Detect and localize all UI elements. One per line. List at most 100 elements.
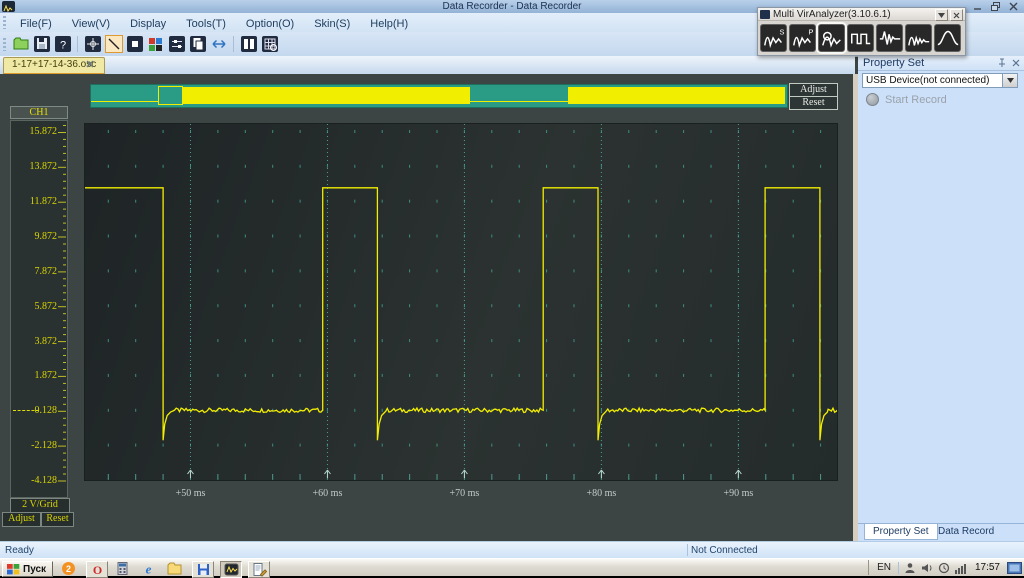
overview-window-segment[interactable]: [157, 86, 183, 105]
tab-close-icon[interactable]: [86, 60, 95, 69]
voltage-scale-label: -4.128: [31, 475, 57, 486]
sliders-icon[interactable]: [167, 35, 186, 54]
quicklaunch-calculator[interactable]: [114, 561, 130, 576]
analyzer-title: Multi VirAnalyzer(3.10.6.1): [773, 8, 891, 20]
document-tab-strip: 1-17+17-14-36.osc: [0, 56, 855, 76]
columns-view-icon[interactable]: [239, 35, 258, 54]
scale-adjust-button[interactable]: Adjust: [2, 512, 41, 527]
svg-text:O: O: [92, 563, 101, 577]
tab-data-record[interactable]: Data Record: [930, 524, 1002, 540]
panel-close-icon[interactable]: [1012, 58, 1020, 67]
restore-icon[interactable]: [991, 2, 1000, 11]
analyzer-wave-marker-button[interactable]: [818, 23, 845, 52]
analyzer-icon: [760, 9, 770, 19]
analyzer-smooth-bell-button[interactable]: [934, 23, 961, 52]
analyzer-wave-p-button[interactable]: P: [789, 23, 816, 52]
grid-magnifier-icon[interactable]: [260, 35, 279, 54]
waveform-plot[interactable]: [85, 124, 838, 482]
help-icon[interactable]: ?: [53, 35, 72, 54]
device-select-value: USB Device(not connected): [866, 75, 990, 86]
menu-item-helph[interactable]: Help(H): [360, 16, 418, 32]
analyzer-wave-decay-button[interactable]: [905, 23, 932, 52]
analyzer-dual-burst-button[interactable]: [876, 23, 903, 52]
windows-logo-icon: [7, 563, 20, 574]
minimize-icon[interactable]: [973, 2, 982, 11]
oscilloscope-area: Adjust Reset CH1 15.872 13.872 11.872 9.872…: [0, 74, 853, 541]
chevron-down-icon[interactable]: [1002, 74, 1017, 87]
quicklaunch-messenger-2[interactable]: 2: [60, 561, 76, 576]
scale-reset-button[interactable]: Reset: [41, 512, 74, 527]
color-palette-icon[interactable]: [146, 35, 165, 54]
save-icon[interactable]: [32, 35, 51, 54]
tray-signal-bars-icon[interactable]: [954, 561, 968, 575]
start-record-label: Start Record: [885, 93, 947, 106]
waveform-canvas: [85, 124, 838, 482]
analyzer-dropdown-icon[interactable]: [935, 9, 948, 21]
overview-solid-segment: [567, 87, 785, 104]
quicklaunch-folder[interactable]: [166, 561, 182, 576]
line-tool-icon[interactable]: [104, 35, 123, 54]
language-indicator[interactable]: EN: [874, 562, 894, 573]
x-axis-label: +50 ms: [175, 488, 206, 499]
menu-item-skins[interactable]: Skin(S): [304, 16, 360, 32]
voltage-scale-label: 5.872: [34, 300, 58, 312]
toolbar-grip[interactable]: [3, 37, 6, 51]
toolbar-grip[interactable]: [3, 16, 6, 29]
quicklaunch-viranalyzer-active[interactable]: [220, 561, 242, 578]
x-axis-label: +80 ms: [586, 488, 617, 499]
horizontal-arrows-icon[interactable]: [209, 35, 228, 54]
device-select[interactable]: USB Device(not connected): [862, 73, 1018, 88]
tray-watch-icon[interactable]: [937, 561, 951, 575]
quicklaunch-opera[interactable]: O: [86, 561, 108, 578]
quicklaunch-notepad-pen[interactable]: [248, 561, 270, 578]
voltage-scale-label: 3.872: [34, 335, 58, 347]
voltage-scale-label: 7.872: [34, 265, 58, 277]
overview-adjust-button[interactable]: Adjust: [789, 83, 838, 97]
blue-display-icon[interactable]: [1007, 561, 1022, 574]
overview-flat-segment: [470, 101, 568, 102]
open-file-icon[interactable]: [11, 35, 30, 54]
toolbar-separator: [233, 36, 234, 52]
copy-page-icon[interactable]: [188, 35, 207, 54]
menu-items: File(F) View(V) Display Tools(T) Option(O) Sk…: [10, 14, 418, 32]
analyzer-close-icon[interactable]: [950, 9, 963, 21]
overview-reset-button[interactable]: Reset: [789, 96, 838, 110]
tray-speaker-icon[interactable]: [920, 561, 934, 575]
svg-text:S: S: [779, 27, 784, 36]
voltage-scale-label: 11.872: [29, 196, 57, 208]
crosshair-icon[interactable]: [83, 35, 102, 54]
menu-item-optiono[interactable]: Option(O): [236, 16, 304, 32]
start-record-button[interactable]: Start Record: [866, 93, 947, 106]
voltage-scale-label: -0.128: [31, 405, 57, 417]
start-button[interactable]: Пуск: [2, 561, 54, 577]
svg-text:e: e: [145, 562, 151, 577]
channel-label: CH1: [10, 106, 68, 119]
toolbar-separator: [77, 36, 78, 52]
svg-text:2: 2: [65, 564, 70, 574]
quicklaunch-floppy-save[interactable]: [192, 561, 214, 578]
system-tray: EN 17:57: [868, 560, 1022, 575]
property-panel: Property Set USB Device(not connected) S…: [858, 56, 1024, 541]
quicklaunch-internet-explorer[interactable]: e: [140, 561, 156, 577]
analyzer-popup: Multi VirAnalyzer(3.10.6.1) SP: [757, 7, 966, 56]
window-controls: [973, 2, 1018, 11]
status-separator: [687, 544, 688, 556]
clock[interactable]: 17:57: [972, 562, 1003, 573]
x-axis-label: +90 ms: [723, 488, 754, 499]
menu-item-viewv[interactable]: View(V): [62, 16, 120, 32]
menu-item-display[interactable]: Display: [120, 16, 176, 32]
volts-per-grid-label: 2 V/Grid: [10, 498, 70, 513]
menu-item-filef[interactable]: File(F): [10, 16, 62, 32]
tray-person-icon[interactable]: [903, 561, 917, 575]
tab-property-set[interactable]: Property Set: [864, 524, 938, 540]
analyzer-square-wave-button[interactable]: [847, 23, 874, 52]
analyzer-wave-s-button[interactable]: S: [760, 23, 787, 52]
menu-item-toolst[interactable]: Tools(T): [176, 16, 236, 32]
stop-icon[interactable]: [125, 35, 144, 54]
connection-status: Not Connected: [691, 545, 758, 556]
svg-text:?: ?: [59, 40, 65, 52]
pin-icon[interactable]: [998, 58, 1006, 68]
overview-minimap[interactable]: [90, 84, 788, 108]
close-icon[interactable]: [1009, 2, 1018, 11]
analyzer-title-bar[interactable]: Multi VirAnalyzer(3.10.6.1): [758, 8, 965, 21]
